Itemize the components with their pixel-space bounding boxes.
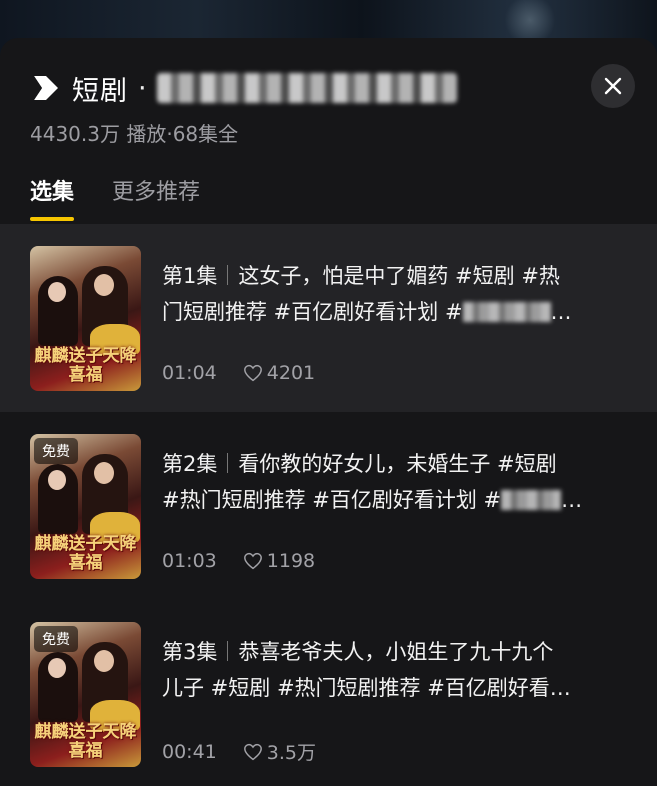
sheet-header: 短剧 · 4430.3万 播放·68集全 选集 更多推荐	[0, 38, 657, 224]
episode-item[interactable]: 免费 麒麟送子天降喜福 第3集 恭喜老爷夫人，小姐生了九十九个 儿子 #短剧 #热…	[0, 600, 657, 786]
heart-icon	[243, 552, 262, 570]
episode-meta: 00:41 3.5万	[162, 738, 316, 765]
episode-description: 第2集 看你教的好女儿，未婚生子 #短剧 #热门短剧推荐 #百亿剧好看计划 # …	[162, 446, 642, 518]
divider	[227, 453, 229, 473]
episode-info: 第1集 这女子，怕是中了媚药 #短剧 #热 门短剧推荐 #百亿剧好看计划 # … 0…	[162, 258, 642, 384]
play-logo-icon	[34, 76, 58, 100]
brand-name: 短剧	[72, 75, 128, 107]
tab-episodes[interactable]: 选集	[30, 174, 75, 221]
episode-number: 第3集	[162, 640, 218, 664]
episode-duration: 01:04	[162, 362, 217, 384]
free-badge: 免费	[34, 438, 78, 464]
episode-thumbnail: 免费 麒麟送子天降喜福	[30, 434, 141, 579]
blurred-tag	[501, 490, 562, 510]
episode-desc-line2: #热门短剧推荐 #百亿剧好看计划 #	[162, 488, 502, 512]
cover-title: 麒麟送子天降喜福	[34, 346, 137, 385]
close-icon	[604, 77, 622, 95]
like-count: 3.5万	[266, 742, 316, 764]
tab-more-recommendations[interactable]: 更多推荐	[112, 174, 200, 220]
episode-number: 第2集	[162, 452, 218, 476]
ellipsis: …	[550, 300, 572, 324]
tab-bar: 选集 更多推荐	[30, 174, 238, 221]
ellipsis: …	[561, 488, 583, 512]
episode-desc-line2: 门短剧推荐 #百亿剧好看计划 #	[162, 300, 463, 324]
close-button[interactable]	[591, 64, 635, 108]
episode-number: 第1集	[162, 264, 218, 288]
episode-meta: 01:04 4201	[162, 362, 315, 384]
free-badge: 免费	[34, 626, 78, 652]
brand-row: 短剧 ·	[30, 68, 457, 108]
blurred-tag	[462, 302, 551, 322]
episode-meta: 01:03 1198	[162, 550, 315, 572]
episode-duration: 00:41	[162, 740, 217, 763]
like-count: 1198	[266, 550, 316, 572]
backdrop-figure	[500, 0, 560, 40]
episode-description: 第3集 恭喜老爷夫人，小姐生了九十九个 儿子 #短剧 #热门短剧推荐 #百亿剧好看…	[162, 634, 642, 706]
brand-dot: ·	[138, 72, 147, 104]
episode-sheet: 短剧 · 4430.3万 播放·68集全 选集 更多推荐 麒麟送子天降喜福 第1…	[0, 38, 657, 786]
heart-icon	[243, 364, 262, 382]
episode-desc-line2: 儿子 #短剧 #热门短剧推荐 #百亿剧好看…	[162, 676, 571, 700]
episode-item[interactable]: 麒麟送子天降喜福 第1集 这女子，怕是中了媚药 #短剧 #热 门短剧推荐 #百亿剧…	[0, 224, 657, 412]
play-stats: 4430.3万 播放·68集全	[30, 122, 239, 146]
episode-info: 第3集 恭喜老爷夫人，小姐生了九十九个 儿子 #短剧 #热门短剧推荐 #百亿剧好看…	[162, 634, 642, 764]
cover-title: 麒麟送子天降喜福	[34, 534, 137, 573]
episode-info: 第2集 看你教的好女儿，未婚生子 #短剧 #热门短剧推荐 #百亿剧好看计划 #… …	[162, 446, 642, 572]
cover-title: 麒麟送子天降喜福	[34, 722, 137, 761]
episode-item[interactable]: 免费 麒麟送子天降喜福 第2集 看你教的好女儿，未婚生子 #短剧 #热门短剧推荐 …	[0, 412, 657, 600]
episode-duration: 01:03	[162, 550, 217, 572]
episode-list: 麒麟送子天降喜福 第1集 这女子，怕是中了媚药 #短剧 #热 门短剧推荐 #百亿剧…	[0, 224, 657, 786]
episode-desc-line1: 看你教的好女儿，未婚生子 #短剧	[238, 452, 557, 476]
episode-desc-line1: 这女子，怕是中了媚药 #短剧 #热	[238, 264, 560, 288]
episode-description: 第1集 这女子，怕是中了媚药 #短剧 #热 门短剧推荐 #百亿剧好看计划 # …	[162, 258, 642, 330]
episode-thumbnail: 免费 麒麟送子天降喜福	[30, 622, 141, 767]
blurred-series-title	[156, 73, 457, 103]
divider	[227, 641, 229, 661]
heart-icon	[243, 743, 262, 760]
divider	[227, 265, 229, 285]
like-count: 4201	[266, 362, 316, 384]
episode-thumbnail: 麒麟送子天降喜福	[30, 246, 141, 391]
episode-desc-line1: 恭喜老爷夫人，小姐生了九十九个	[238, 640, 554, 664]
